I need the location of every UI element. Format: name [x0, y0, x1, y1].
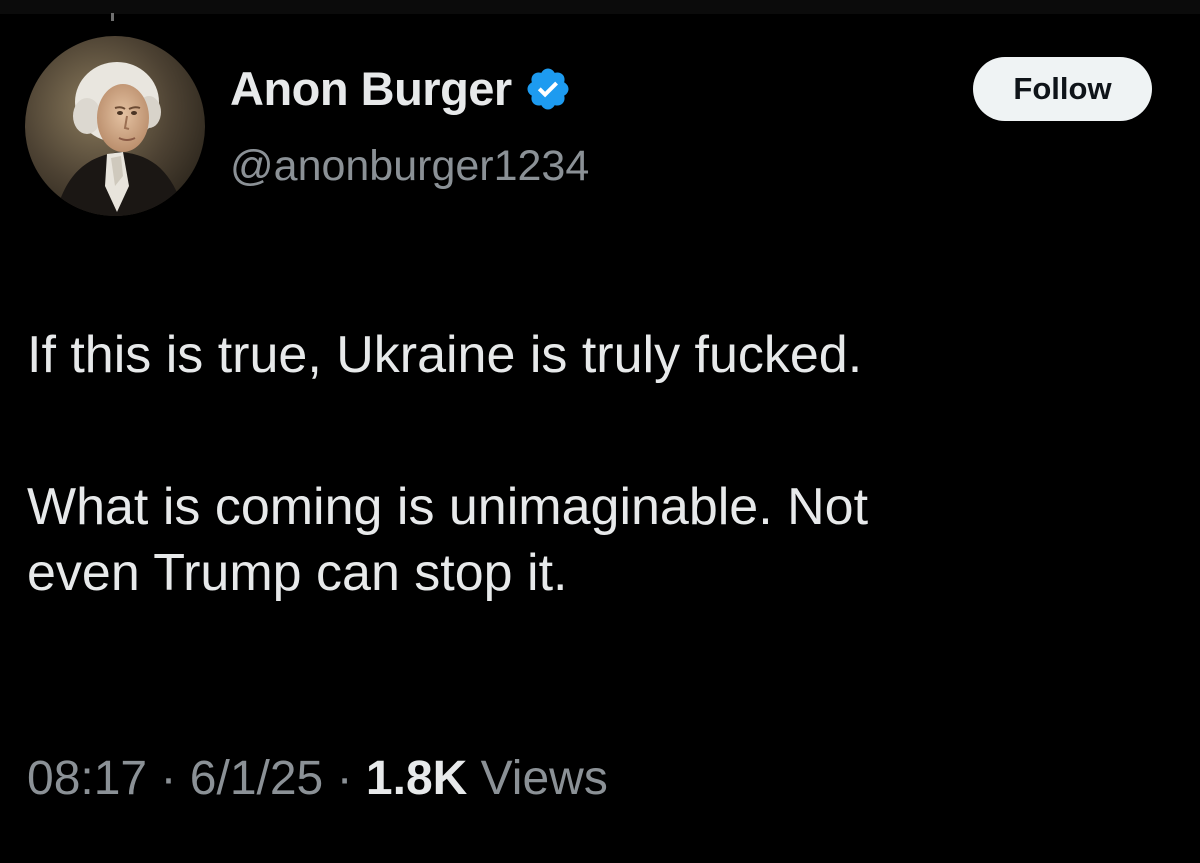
top-tick — [111, 13, 114, 21]
tweet-line: What is coming is unimaginable. Not — [27, 478, 869, 536]
author-handle[interactable]: @anonburger1234 — [230, 136, 589, 196]
meta-separator: · — [160, 752, 177, 805]
tweet-text: If this is true, Ukraine is truly fucked… — [27, 322, 1177, 606]
tweet-paragraph: If this is true, Ukraine is truly fucked… — [27, 326, 863, 384]
post-time[interactable]: 08:17 — [27, 752, 147, 805]
author-name-row: Anon Burger — [230, 58, 572, 120]
views-label: Views — [480, 752, 608, 805]
verified-badge-icon[interactable] — [524, 65, 572, 113]
tweet-line: even Trump can stop it. — [27, 544, 568, 602]
tweet-paragraph: What is coming is unimaginable. Not even … — [27, 474, 1177, 606]
display-name[interactable]: Anon Burger — [230, 58, 512, 120]
tweet-metadata: 08:17 · 6/1/25 · 1.8K Views — [27, 744, 608, 814]
meta-separator: · — [336, 752, 353, 805]
follow-button[interactable]: Follow — [973, 57, 1152, 121]
post-date[interactable]: 6/1/25 — [190, 752, 323, 805]
portrait-avatar — [25, 36, 205, 216]
top-strip — [0, 0, 1200, 14]
views-count: 1.8K — [365, 752, 468, 805]
avatar[interactable] — [25, 36, 205, 216]
